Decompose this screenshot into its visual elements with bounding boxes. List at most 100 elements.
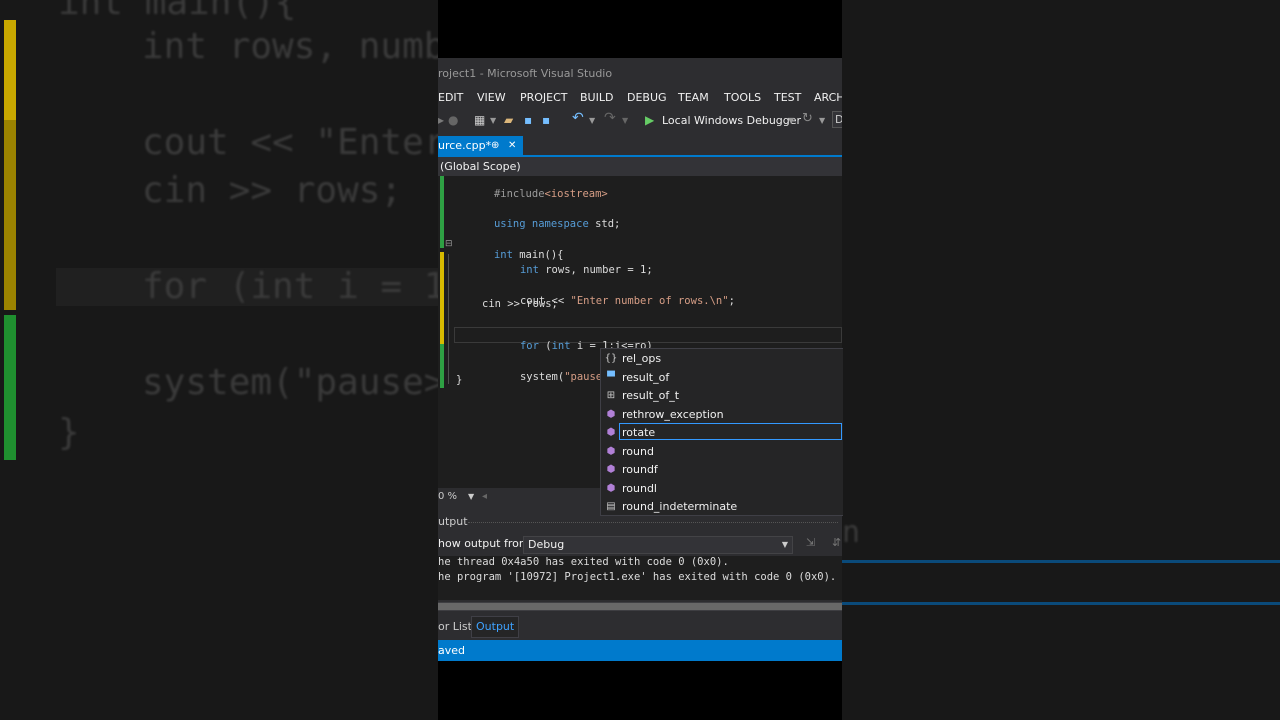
function-icon: ⬢ [606, 482, 616, 494]
start-debugging-icon[interactable]: ▶ [645, 113, 654, 127]
output-source-select[interactable]: Debug ▼ [523, 536, 793, 554]
completion-item[interactable]: ▀ result_of [601, 369, 843, 387]
output-line: he program '[10972] Project1.exe' has ex… [438, 571, 837, 583]
menu-view[interactable]: VIEW [477, 91, 506, 104]
scroll-left-icon[interactable]: ◂ [482, 488, 487, 505]
bg-code-line: int rows, numbe [142, 26, 438, 67]
zoom-dropdown-icon[interactable]: ▼ [468, 488, 474, 505]
redo-icon: ↷ [604, 110, 616, 126]
completion-item[interactable]: ⬢ roundf [601, 461, 843, 479]
scrollbar-thumb[interactable] [438, 603, 842, 610]
chevron-down-icon: ▼ [781, 540, 788, 549]
run-target-label[interactable]: Local Windows Debugger [662, 114, 801, 127]
completion-label: rethrow_exception [622, 407, 724, 421]
namespace-icon: {} [604, 353, 618, 364]
undo-dropdown-icon[interactable]: ▼ [589, 116, 595, 125]
output-title: utput [438, 515, 468, 528]
background-zoom-right: n [842, 0, 1280, 720]
completion-item[interactable]: ⬢ round [601, 443, 843, 461]
tab-source-cpp[interactable]: urce.cpp* ⊕ ✕ [438, 136, 523, 155]
function-icon: ⬢ [606, 445, 616, 457]
horizontal-scrollbar[interactable] [438, 602, 842, 611]
output-source-value: Debug [528, 538, 565, 551]
menu-team[interactable]: TEAM [678, 91, 709, 104]
menu-architecture[interactable]: ARCH [814, 91, 842, 104]
bg-code-line: } [58, 412, 80, 453]
open-folder-icon[interactable]: ▰ [504, 113, 513, 127]
menu-test[interactable]: TEST [774, 91, 801, 104]
navigation-bar: (Global Scope) [438, 157, 842, 176]
output-toolbar: how output from: Debug ▼ ⇲ ⇵ [438, 534, 842, 556]
code-text: ; [728, 295, 735, 307]
menu-bar: EDIT VIEW PROJECT BUILD DEBUG TEAM TOOLS… [438, 86, 842, 108]
save-icon[interactable]: ▪ [524, 113, 532, 127]
undo-icon[interactable]: ↶ [572, 110, 584, 126]
bg-change-marker [4, 20, 16, 120]
menu-debug[interactable]: DEBUG [627, 91, 667, 104]
completion-item[interactable]: ⊞ result_of_t [601, 387, 843, 405]
clear-all-icon[interactable]: ⇵ [832, 536, 841, 549]
saved-change-marker [440, 344, 444, 388]
bg-accent-line [842, 560, 1280, 563]
header-grip [468, 522, 838, 524]
bg-code-line: for (int i = 1 [142, 266, 438, 307]
new-project-icon[interactable]: ▦ [474, 113, 485, 127]
bg-change-marker [4, 315, 16, 460]
status-text: aved [438, 644, 466, 657]
function-icon: ⬢ [606, 427, 616, 438]
typedef-icon: ⊞ [606, 390, 616, 401]
title-bar: roject1 - Microsoft Visual Studio [438, 58, 842, 86]
function-icon: ⬢ [606, 408, 616, 420]
bg-code-line: int main(){ [58, 0, 297, 23]
menu-edit[interactable]: EDIT [438, 91, 463, 104]
bg-accent-line [842, 602, 1280, 605]
save-all-icon[interactable]: ▪ [542, 113, 550, 127]
refresh-dropdown-icon[interactable]: ▼ [819, 116, 825, 125]
menu-build[interactable]: BUILD [580, 91, 613, 104]
bg-code-fragment: n [842, 515, 861, 550]
output-text-area[interactable]: he thread 0x4a50 has exited with code 0 … [438, 556, 842, 600]
zoom-level[interactable]: 0 % [438, 488, 457, 505]
completion-label: round [622, 444, 654, 458]
code-text: std; [588, 218, 621, 230]
pin-icon[interactable]: ⊕ [491, 136, 499, 155]
forward-icon[interactable]: ▸ [438, 113, 444, 127]
find-message-icon[interactable]: ⇲ [806, 536, 815, 549]
solution-config-select[interactable]: D [832, 111, 842, 128]
completion-label: roundf [622, 463, 658, 476]
collapse-icon[interactable]: ⊟ [445, 239, 453, 249]
close-icon[interactable]: ✕ [508, 136, 516, 155]
tab-error-list[interactable]: or List [438, 616, 472, 638]
completion-label: result_of_t [622, 389, 680, 402]
preprocessor-text: #include [493, 188, 545, 200]
code-text: system( [519, 371, 565, 383]
keyword: int [551, 340, 571, 352]
refresh-icon[interactable]: ↻ [802, 111, 813, 126]
global-scope-dropdown[interactable]: (Global Scope) [440, 157, 521, 176]
menu-project[interactable]: PROJECT [520, 91, 568, 104]
tab-label: urce.cpp* [438, 139, 492, 152]
bg-code-line: cout << "Enter [142, 122, 438, 163]
completion-item[interactable]: ▤ round_indeterminate [601, 498, 843, 515]
bottom-tool-tabs: or List Output [438, 616, 842, 638]
selection-outline [619, 423, 842, 440]
dropdown-arrow-icon[interactable]: ▼ [490, 116, 496, 125]
function-icon: ⬢ [606, 464, 616, 475]
menu-tools[interactable]: TOOLS [724, 91, 761, 104]
bg-change-marker [4, 120, 16, 310]
include-target: <iostream> [544, 188, 608, 200]
code-line-cin: cin >> rows; [482, 298, 558, 310]
completion-item[interactable]: {} rel_ops [601, 350, 843, 368]
disabled-icon: ● [448, 113, 459, 127]
redo-dropdown-icon: ▼ [622, 116, 629, 125]
completion-item[interactable]: ⬢ rethrow_exception [601, 406, 843, 424]
completion-label: result_of [622, 370, 670, 384]
background-zoom-left: int main(){ int rows, numbe cout << "Ent… [0, 0, 438, 720]
document-tab-row: urce.cpp* ⊕ ✕ [438, 136, 842, 157]
string-literal: "Enter number of rows.\n" [570, 295, 729, 307]
completion-item[interactable]: ⬢ roundl [601, 480, 843, 498]
run-dropdown-icon[interactable]: ▼ [788, 116, 794, 125]
saved-change-marker [440, 176, 444, 248]
tab-output[interactable]: Output [471, 616, 520, 638]
completion-label: round_indeterminate [622, 500, 738, 513]
